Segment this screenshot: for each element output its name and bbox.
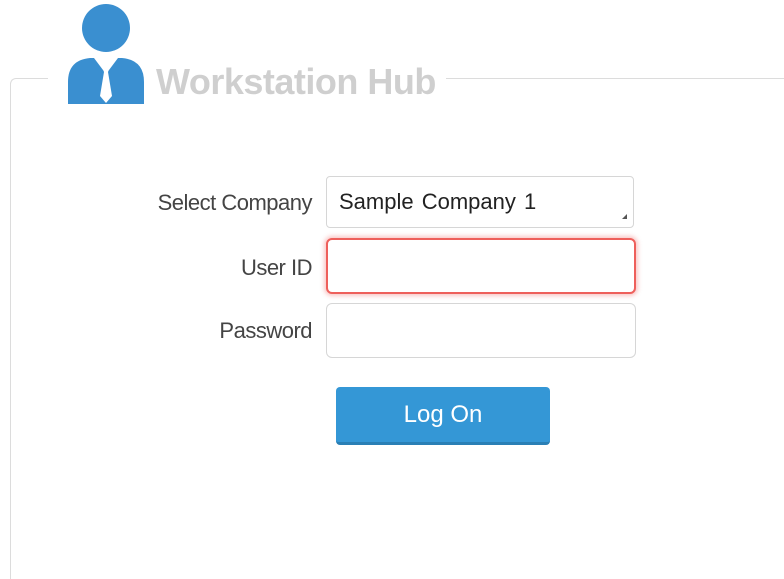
user-icon (68, 4, 144, 104)
company-label: Select Company (157, 190, 313, 215)
password-label: Password (219, 318, 312, 343)
header-legend: Workstation Hub (48, 0, 446, 104)
app-title: Workstation Hub (156, 61, 436, 102)
select-caret-icon (622, 214, 627, 219)
company-select-value: Sample Company 1 (339, 189, 537, 214)
password-input[interactable] (326, 303, 636, 358)
company-select[interactable]: Sample Company 1 (326, 176, 634, 228)
user-id-input[interactable] (326, 238, 636, 294)
log-on-button[interactable]: Log On (336, 387, 550, 445)
user-id-label: User ID (240, 255, 313, 280)
